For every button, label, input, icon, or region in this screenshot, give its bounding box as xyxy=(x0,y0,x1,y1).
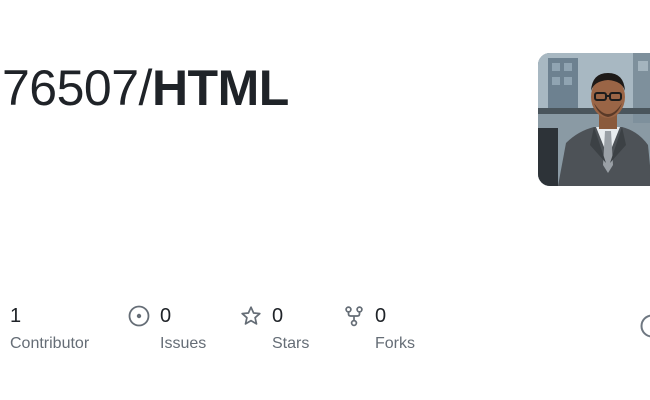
repo-title[interactable]: 76507/HTML xyxy=(2,56,289,120)
issue-opened-icon xyxy=(128,305,150,327)
partial-circle-icon[interactable] xyxy=(639,313,650,339)
stars-count: 0 xyxy=(272,305,284,327)
repo-forked-icon xyxy=(343,305,365,327)
contributors-label: Contributor xyxy=(10,335,90,352)
repo-owner[interactable]: 76507 xyxy=(2,60,139,116)
forks-count: 0 xyxy=(375,305,387,327)
repo-stats: 1 Contributor 0 Issues 0 Stars 0 Forks xyxy=(0,300,650,370)
owner-avatar[interactable] xyxy=(538,53,650,186)
issues-label: Issues xyxy=(160,335,207,352)
stars-label: Stars xyxy=(272,335,310,352)
issues-count: 0 xyxy=(160,305,172,327)
star-icon xyxy=(240,305,262,327)
repo-name[interactable]: HTML xyxy=(152,60,289,116)
repo-separator: / xyxy=(138,60,153,116)
avatar-photo xyxy=(538,53,650,186)
contributors-count: 1 xyxy=(10,305,22,327)
forks-label: Forks xyxy=(375,335,415,352)
